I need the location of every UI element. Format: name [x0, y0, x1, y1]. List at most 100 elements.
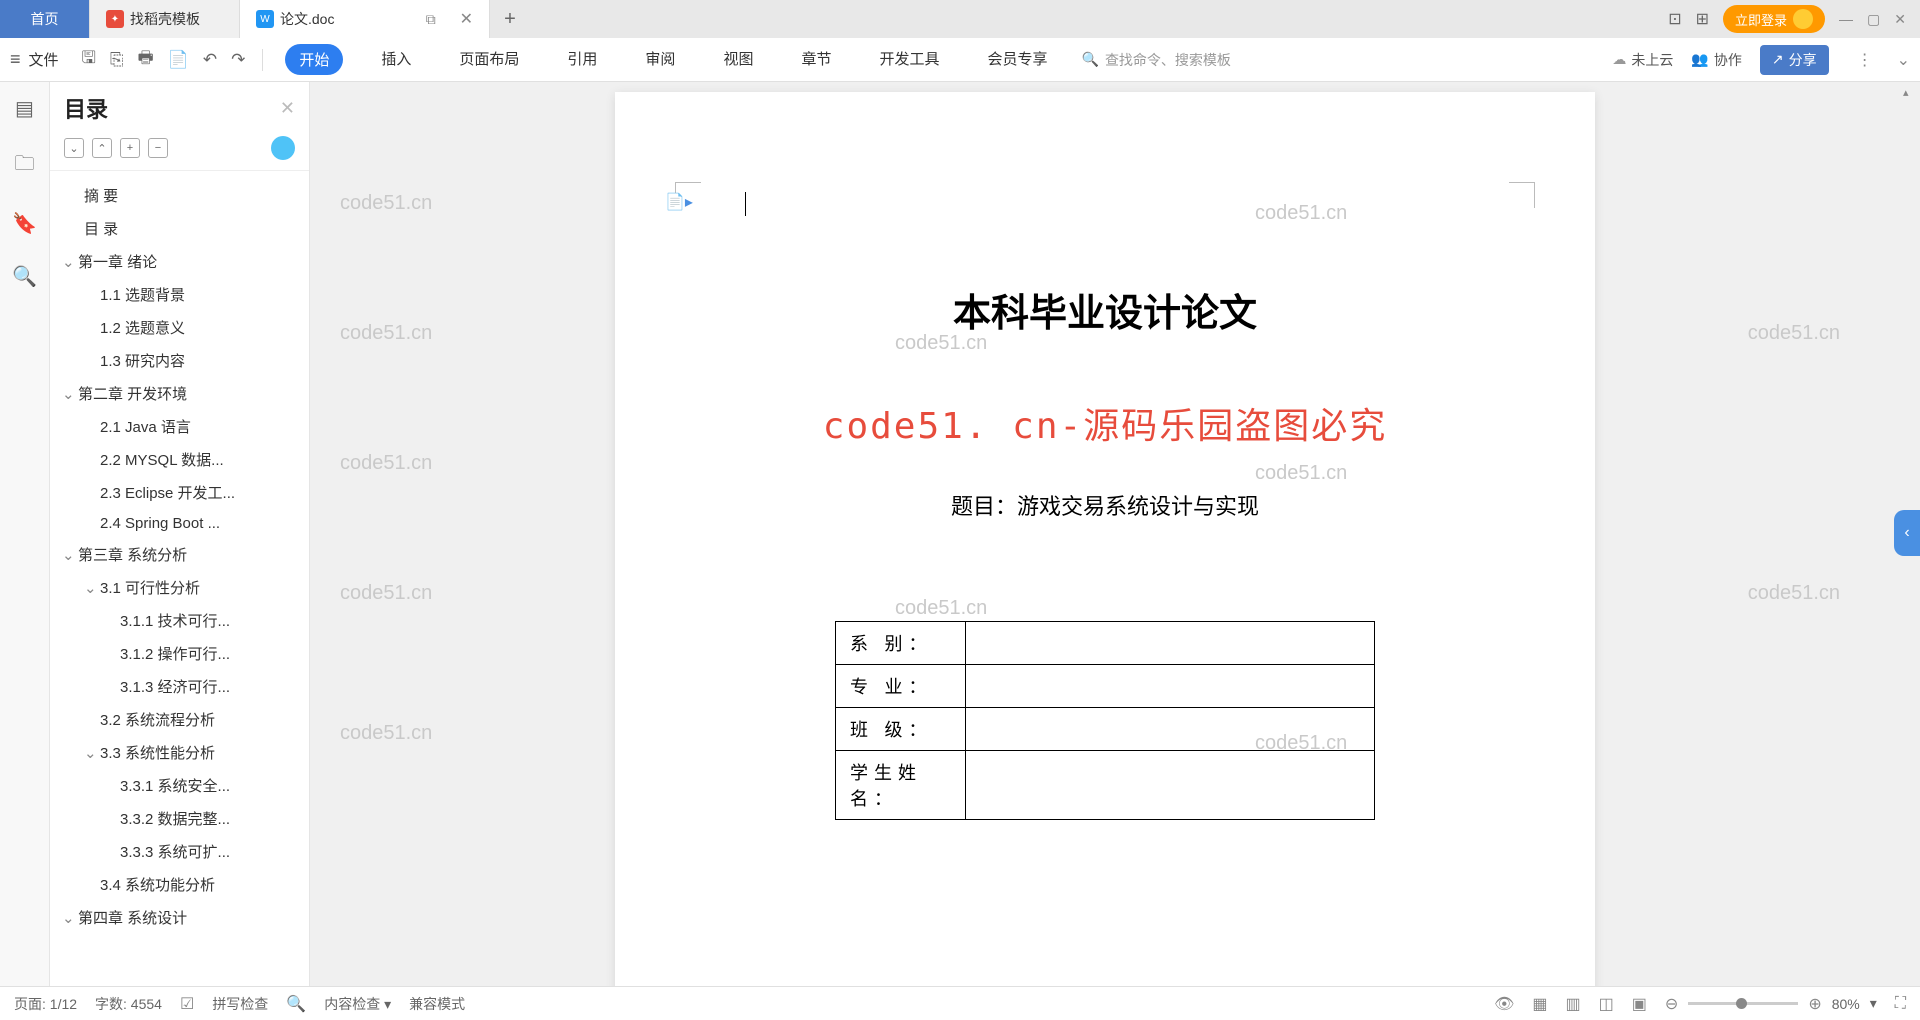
ribbon-tab-member[interactable]: 会员专享: [977, 44, 1057, 75]
zoom-out-icon[interactable]: ⊖: [1665, 994, 1678, 1014]
toc-item[interactable]: 第三章 系统分析: [50, 538, 309, 571]
tab-home[interactable]: 首页: [0, 0, 90, 38]
export-icon[interactable]: ⎘: [105, 50, 129, 70]
minimize-button[interactable]: —: [1839, 11, 1853, 27]
toc-item[interactable]: 第一章 绪论: [50, 245, 309, 278]
folder-icon[interactable]: 🗀: [15, 149, 35, 183]
zoom-value[interactable]: 80%: [1832, 996, 1860, 1012]
view-read-icon[interactable]: ▣: [1632, 994, 1647, 1014]
outline-icon[interactable]: ▤: [15, 96, 34, 121]
toc-item[interactable]: 第二章 开发环境: [50, 377, 309, 410]
toc-close-icon[interactable]: ✕: [280, 98, 295, 119]
spellcheck-icon[interactable]: ☑: [180, 994, 194, 1014]
text-cursor: [745, 192, 746, 216]
tab-template-label: 找稻壳模板: [130, 9, 200, 29]
toc-user-avatar[interactable]: [271, 136, 295, 160]
toc-item[interactable]: 2.2 MYSQL 数据...: [50, 443, 309, 476]
file-menu[interactable]: 文件: [29, 49, 59, 70]
preview-icon[interactable]: 📄: [163, 50, 194, 70]
ribbon-tab-dev[interactable]: 开发工具: [869, 44, 949, 75]
toc-item[interactable]: 2.4 Spring Boot ...: [50, 509, 309, 538]
tab-add-button[interactable]: +: [490, 0, 530, 38]
apps-icon[interactable]: ⊞: [1696, 9, 1709, 29]
spellcheck-label[interactable]: 拼写检查: [212, 994, 268, 1014]
collapse-ribbon-icon[interactable]: ⌄: [1897, 50, 1910, 70]
toc-remove-icon[interactable]: −: [148, 138, 168, 158]
toc-item[interactable]: 目 录: [50, 212, 309, 245]
toc-item[interactable]: 3.3.2 数据完整...: [50, 802, 309, 835]
view-web-icon[interactable]: ▥: [1566, 994, 1581, 1014]
toc-item[interactable]: 3.1 可行性分析: [50, 571, 309, 604]
toc-item[interactable]: 2.3 Eclipse 开发工...: [50, 476, 309, 509]
redo-icon[interactable]: ↷: [226, 50, 250, 70]
toc-item[interactable]: 1.2 选题意义: [50, 311, 309, 344]
ribbon-tab-review[interactable]: 审阅: [635, 44, 685, 75]
bookmark-icon[interactable]: 🔖: [12, 211, 37, 236]
more-menu-icon[interactable]: ⋮: [1857, 50, 1873, 70]
page-indicator[interactable]: 页面: 1/12: [14, 994, 77, 1014]
toc-item[interactable]: 3.1.2 操作可行...: [50, 637, 309, 670]
document-area[interactable]: code51.cn code51.cn code51.cn code51.cn …: [310, 82, 1900, 986]
eye-icon[interactable]: 👁: [1494, 994, 1514, 1014]
view-page-icon[interactable]: ▦: [1532, 994, 1547, 1014]
toc-item[interactable]: 3.2 系统流程分析: [50, 703, 309, 736]
toc-item[interactable]: 1.3 研究内容: [50, 344, 309, 377]
scroll-up-icon[interactable]: ▴: [1903, 86, 1909, 99]
zoom-control[interactable]: ⊖ ⊕ 80% ▾: [1665, 994, 1877, 1014]
content-check-label[interactable]: 内容检查 ▾: [324, 994, 391, 1014]
toc-list: 摘 要目 录第一章 绪论1.1 选题背景1.2 选题意义1.3 研究内容第二章 …: [50, 171, 309, 986]
thesis-subtitle: 题目：游戏交易系统设计与实现: [695, 489, 1515, 521]
ribbon-tab-start[interactable]: 开始: [285, 44, 343, 75]
ribbon-tab-insert[interactable]: 插入: [371, 44, 421, 75]
watermark: code51.cn: [1748, 322, 1840, 345]
toc-expand-icon[interactable]: ⌃: [92, 138, 112, 158]
collab-button[interactable]: 👥 协作: [1691, 50, 1741, 70]
undo-icon[interactable]: ↶: [198, 50, 222, 70]
cloud-status[interactable]: ☁ 未上云: [1612, 50, 1673, 70]
toc-item[interactable]: 摘 要: [50, 179, 309, 212]
ribbon-tab-reference[interactable]: 引用: [557, 44, 607, 75]
toc-add-icon[interactable]: +: [120, 138, 140, 158]
toc-item[interactable]: 3.4 系统功能分析: [50, 868, 309, 901]
hamburger-icon[interactable]: ≡: [10, 49, 21, 70]
toc-item[interactable]: 3.3 系统性能分析: [50, 736, 309, 769]
command-search[interactable]: 🔍 查找命令、搜索模板: [1082, 50, 1231, 70]
maximize-button[interactable]: ▢: [1867, 11, 1880, 28]
page-marker-icon[interactable]: 📄▸: [665, 192, 693, 212]
content-check-icon[interactable]: 🔍: [286, 994, 306, 1014]
login-button[interactable]: 立即登录: [1723, 5, 1825, 33]
toc-item[interactable]: 3.1.3 经济可行...: [50, 670, 309, 703]
left-sidebar: ▤ 🗀 🔖 🔍: [0, 82, 50, 986]
zoom-in-icon[interactable]: ⊕: [1808, 994, 1821, 1014]
close-icon[interactable]: ✕: [460, 11, 473, 28]
ribbon-tab-chapter[interactable]: 章节: [791, 44, 841, 75]
layout-toggle-icon[interactable]: ⊡: [1668, 9, 1681, 29]
view-outline-icon[interactable]: ◫: [1599, 994, 1614, 1014]
duplicate-icon[interactable]: ⧉: [426, 11, 436, 27]
save-icon[interactable]: 🖫: [77, 45, 101, 74]
watermark: code51.cn: [1255, 462, 1347, 485]
fullscreen-icon[interactable]: ⛶: [1895, 995, 1906, 1013]
zoom-slider[interactable]: [1688, 1002, 1798, 1005]
tab-active-doc[interactable]: W 论文.doc ⧉ ✕: [240, 0, 490, 38]
toc-item[interactable]: 第四章 系统设计: [50, 901, 309, 934]
toc-collapse-icon[interactable]: ⌄: [64, 138, 84, 158]
toc-item[interactable]: 1.1 选题背景: [50, 278, 309, 311]
window-close-button[interactable]: ✕: [1894, 11, 1906, 28]
tab-bar: 首页 ✦ 找稻壳模板 W 论文.doc ⧉ ✕ + ⊡ ⊞ 立即登录 — ▢ ✕: [0, 0, 1920, 38]
word-count[interactable]: 字数: 4554: [95, 994, 162, 1014]
toc-item[interactable]: 3.3.3 系统可扩...: [50, 835, 309, 868]
toc-item[interactable]: 2.1 Java 语言: [50, 410, 309, 443]
share-button[interactable]: ↗ 分享: [1760, 45, 1829, 75]
watermark: code51.cn: [895, 597, 987, 620]
form-row: 专 业：: [836, 665, 1375, 708]
ribbon-tab-view[interactable]: 视图: [713, 44, 763, 75]
tab-template[interactable]: ✦ 找稻壳模板: [90, 0, 240, 38]
toc-item[interactable]: 3.3.1 系统安全...: [50, 769, 309, 802]
ribbon-tab-layout[interactable]: 页面布局: [449, 44, 529, 75]
find-icon[interactable]: 🔍: [12, 264, 37, 289]
side-panel-toggle[interactable]: ‹: [1894, 510, 1920, 556]
zoom-dropdown-icon[interactable]: ▾: [1870, 995, 1877, 1012]
print-icon[interactable]: 🖶: [133, 45, 159, 74]
toc-item[interactable]: 3.1.1 技术可行...: [50, 604, 309, 637]
